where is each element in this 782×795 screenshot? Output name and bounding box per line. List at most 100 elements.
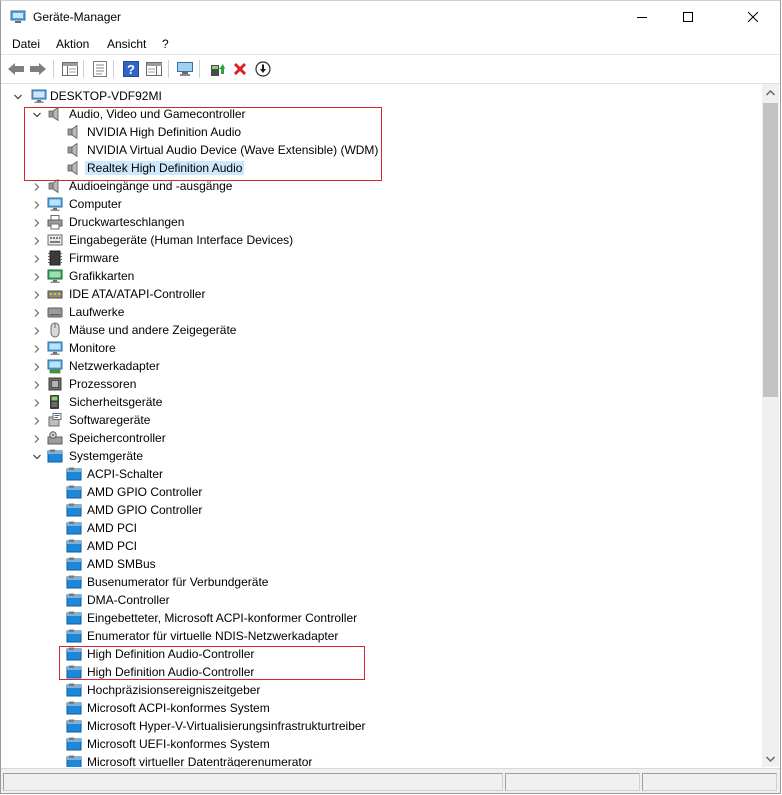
tree-category[interactable]: Laufwerke [2, 303, 762, 321]
tree-item-label: DMA-Controller [87, 593, 170, 607]
tree-category[interactable]: Druckwarteschlangen [2, 213, 762, 231]
chevron-right-icon[interactable] [32, 199, 42, 209]
chevron-right-icon[interactable] [32, 361, 42, 371]
system-device-icon [66, 556, 82, 572]
tree-category[interactable]: Firmware [2, 249, 762, 267]
system-device-icon [66, 520, 82, 536]
vertical-scrollbar[interactable] [762, 84, 779, 767]
chevron-right-icon[interactable] [32, 307, 42, 317]
mouse-icon [47, 322, 63, 338]
chevron-right-icon[interactable] [32, 433, 42, 443]
tree-category[interactable]: Eingabegeräte (Human Interface Devices) [2, 231, 762, 249]
chevron-right-icon[interactable] [32, 343, 42, 353]
hid-icon [47, 232, 63, 248]
tree-device[interactable]: NVIDIA Virtual Audio Device (Wave Extens… [2, 141, 762, 159]
tree-device[interactable]: AMD SMBus [2, 555, 762, 573]
tree-device[interactable]: Busenumerator für Verbundgeräte [2, 573, 762, 591]
tree-device[interactable]: AMD GPIO Controller [2, 501, 762, 519]
tree-category[interactable]: IDE ATA/ATAPI-Controller [2, 285, 762, 303]
tree-device[interactable]: ACPI-Schalter [2, 465, 762, 483]
title-bar[interactable]: Geräte-Manager [1, 1, 780, 33]
tree-category[interactable]: Computer [2, 195, 762, 213]
back-button[interactable] [7, 60, 25, 78]
security-icon [47, 394, 63, 410]
disable-device-button[interactable] [254, 60, 272, 78]
tree-device[interactable]: Microsoft virtueller Datenträgerenumerat… [2, 753, 762, 767]
tree-category[interactable]: Grafikkarten [2, 267, 762, 285]
tree-device[interactable]: Realtek High Definition Audio [2, 159, 762, 177]
chevron-right-icon[interactable] [32, 217, 42, 227]
tree-category[interactable]: Mäuse und andere Zeigegeräte [2, 321, 762, 339]
tree-device[interactable]: Microsoft Hyper-V-Virtualisierungsinfras… [2, 717, 762, 735]
tree-item-label: AMD GPIO Controller [87, 503, 203, 517]
tree-category[interactable]: Softwaregeräte [2, 411, 762, 429]
properties-icon [93, 61, 107, 77]
device-tree[interactable]: DESKTOP-VDF92MI Audio, Video und Gamecont… [2, 84, 762, 767]
status-cell-tertiary [642, 773, 777, 791]
scroll-up-icon[interactable] [766, 90, 775, 96]
close-button[interactable] [726, 1, 780, 33]
menu-help[interactable]: ? [162, 37, 169, 51]
device-manager-app-icon [10, 10, 26, 24]
tree-root[interactable]: DESKTOP-VDF92MI [2, 87, 762, 105]
chevron-right-icon[interactable] [32, 235, 42, 245]
scrollbar-thumb[interactable] [763, 103, 778, 397]
tree-device[interactable]: High Definition Audio-Controller [2, 645, 762, 663]
chevron-right-icon[interactable] [32, 271, 42, 281]
tree-category[interactable]: Speichercontroller [2, 429, 762, 447]
tree-device[interactable]: Microsoft UEFI-konformes System [2, 735, 762, 753]
properties-button[interactable] [91, 60, 109, 78]
device-manager-window: Geräte-Manager Datei Aktion Ansicht ? ? … [0, 0, 781, 794]
tree-item-label: Audioeingänge und -ausgänge [69, 179, 233, 193]
tree-category[interactable]: Prozessoren [2, 375, 762, 393]
toolbar: ? [1, 54, 780, 84]
chevron-down-icon[interactable] [32, 451, 42, 461]
minimize-button[interactable] [619, 1, 665, 33]
tree-category[interactable]: Sicherheitsgeräte [2, 393, 762, 411]
toolbar-separator [113, 60, 114, 78]
chevron-right-icon[interactable] [32, 289, 42, 299]
update-driver-button[interactable] [208, 60, 226, 78]
system-device-icon [66, 502, 82, 518]
help-button[interactable]: ? [122, 60, 140, 78]
tree-device[interactable]: Microsoft ACPI-konformes System [2, 699, 762, 717]
chevron-right-icon[interactable] [32, 253, 42, 263]
chevron-right-icon[interactable] [32, 397, 42, 407]
chevron-right-icon[interactable] [32, 415, 42, 425]
system-device-icon [66, 538, 82, 554]
display-adapter-icon [47, 268, 63, 284]
tree-device[interactable]: High Definition Audio-Controller [2, 663, 762, 681]
tree-category[interactable]: Systemgeräte [2, 447, 762, 465]
uninstall-device-button[interactable] [231, 60, 249, 78]
tree-category[interactable]: Audio, Video und Gamecontroller [2, 105, 762, 123]
tree-item-label: Firmware [69, 251, 119, 265]
chevron-right-icon[interactable] [32, 379, 42, 389]
forward-button[interactable] [29, 60, 47, 78]
tree-device[interactable]: DMA-Controller [2, 591, 762, 609]
tree-device[interactable]: NVIDIA High Definition Audio [2, 123, 762, 141]
maximize-button[interactable] [665, 1, 711, 33]
menu-ansicht[interactable]: Ansicht [107, 37, 146, 51]
action-pane-button[interactable] [145, 60, 163, 78]
menu-aktion[interactable]: Aktion [56, 37, 89, 51]
tree-device[interactable]: Eingebetteter, Microsoft ACPI-konformer … [2, 609, 762, 627]
status-bar [1, 768, 780, 793]
scroll-down-icon[interactable] [766, 756, 775, 762]
tree-device[interactable]: Enumerator für virtuelle NDIS-Netzwerkad… [2, 627, 762, 645]
toolbar-separator [168, 60, 169, 78]
tree-device[interactable]: AMD PCI [2, 537, 762, 555]
tree-device[interactable]: AMD PCI [2, 519, 762, 537]
menu-datei[interactable]: Datei [12, 37, 40, 51]
tree-category[interactable]: Monitore [2, 339, 762, 357]
scan-hardware-button[interactable] [176, 60, 194, 78]
chevron-down-icon[interactable] [32, 109, 42, 119]
show-hide-tree-button[interactable] [61, 60, 79, 78]
tree-category[interactable]: Audioeingänge und -ausgänge [2, 177, 762, 195]
tree-category[interactable]: Netzwerkadapter [2, 357, 762, 375]
chevron-right-icon[interactable] [32, 181, 42, 191]
tree-device[interactable]: Hochpräzisionsereigniszeitgeber [2, 681, 762, 699]
chevron-right-icon[interactable] [32, 325, 42, 335]
tree-device[interactable]: AMD GPIO Controller [2, 483, 762, 501]
svg-text:?: ? [127, 62, 135, 77]
chevron-down-icon[interactable] [13, 91, 23, 101]
